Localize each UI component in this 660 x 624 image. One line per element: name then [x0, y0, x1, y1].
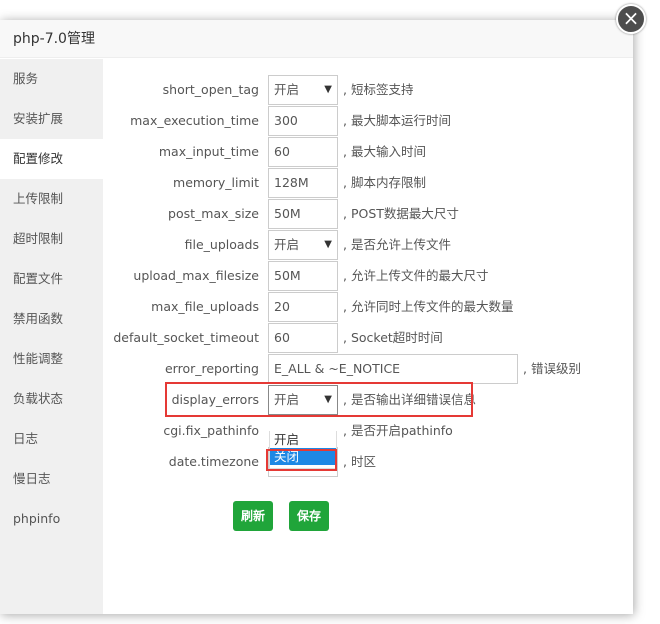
form-row: max_execution_time 300 , 最大脚本运行时间 — [103, 106, 633, 136]
highlight-box-off-option — [266, 449, 337, 471]
sidebar-item-config-edit[interactable]: 配置修改 — [0, 139, 103, 179]
field-description: , 脚本内存限制 — [343, 175, 426, 190]
sidebar-item-load-status[interactable]: 负载状态 — [0, 379, 103, 419]
max-execution-time-input[interactable]: 300 — [268, 106, 338, 136]
highlight-box-display-errors — [165, 382, 473, 417]
save-button[interactable]: 保存 — [289, 501, 330, 531]
form-row: short_open_tag 开启 ▼ , 短标签支持 — [103, 75, 633, 105]
field-description: , 最大输入时间 — [343, 144, 426, 159]
field-description: , 允许同时上传文件的最大数量 — [343, 299, 514, 314]
sidebar-item-slow-log[interactable]: 慢日志 — [0, 459, 103, 499]
form-row: date.timezone PRC , 时区 — [103, 447, 633, 477]
sidebar-item-phpinfo[interactable]: phpinfo — [0, 499, 103, 539]
field-description: , 最大脚本运行时间 — [343, 113, 451, 128]
config-form: short_open_tag 开启 ▼ , 短标签支持 max_executio… — [103, 59, 633, 614]
field-description: , 时区 — [343, 454, 376, 469]
dropdown-arrow-icon: ▼ — [324, 239, 332, 250]
sidebar-item-disabled-functions[interactable]: 禁用函数 — [0, 299, 103, 339]
sidebar-item-performance[interactable]: 性能调整 — [0, 339, 103, 379]
field-label: max_file_uploads — [151, 299, 259, 314]
field-description: , Socket超时时间 — [343, 330, 443, 345]
field-label: short_open_tag — [162, 82, 259, 97]
field-description: , 短标签支持 — [343, 82, 414, 97]
field-description: , 是否开启pathinfo — [343, 423, 453, 438]
field-description: , 错误级别 — [523, 361, 581, 376]
refresh-button[interactable]: 刷新 — [233, 501, 274, 531]
form-row: upload_max_filesize 50M , 允许上传文件的最大尺寸 — [103, 261, 633, 291]
sidebar-item-upload-limit[interactable]: 上传限制 — [0, 179, 103, 219]
select-value: 开启 — [274, 237, 300, 252]
upload-max-filesize-input[interactable]: 50M — [268, 261, 338, 291]
error-reporting-input[interactable]: E_ALL & ~E_NOTICE — [268, 354, 518, 384]
form-row: post_max_size 50M , POST数据最大尺寸 — [103, 199, 633, 229]
field-label: upload_max_filesize — [133, 268, 259, 283]
sidebar-item-timeout-limit[interactable]: 超时限制 — [0, 219, 103, 259]
field-label: cgi.fix_pathinfo — [163, 423, 259, 438]
php-manager-dialog: php-7.0管理 服务 安装扩展 配置修改 上传限制 超时限制 配置文件 禁用… — [0, 20, 633, 614]
dialog-header: php-7.0管理 — [0, 20, 633, 58]
field-label: max_input_time — [158, 144, 259, 159]
sidebar-item-config-file[interactable]: 配置文件 — [0, 259, 103, 299]
field-description: , 是否允许上传文件 — [343, 237, 451, 252]
file-uploads-select[interactable]: 开启 ▼ — [268, 230, 338, 260]
sidebar-item-log[interactable]: 日志 — [0, 419, 103, 459]
field-label: max_execution_time — [130, 113, 259, 128]
default-socket-timeout-input[interactable]: 60 — [268, 323, 338, 353]
field-label: memory_limit — [173, 175, 259, 190]
memory-limit-input[interactable]: 128M — [268, 168, 338, 198]
field-label: default_socket_timeout — [113, 330, 259, 345]
form-row: max_file_uploads 20 , 允许同时上传文件的最大数量 — [103, 292, 633, 322]
short-open-tag-select[interactable]: 开启 ▼ — [268, 75, 338, 105]
post-max-size-input[interactable]: 50M — [268, 199, 338, 229]
form-row: default_socket_timeout 60 , Socket超时时间 — [103, 323, 633, 353]
form-row: error_reporting E_ALL & ~E_NOTICE , 错误级别 — [103, 354, 633, 384]
form-row: memory_limit 128M , 脚本内存限制 — [103, 168, 633, 198]
field-label: post_max_size — [168, 206, 259, 221]
field-description: , 允许上传文件的最大尺寸 — [343, 268, 489, 283]
form-row: cgi.fix_pathinfo , 是否开启pathinfo — [103, 416, 633, 446]
dropdown-option-on[interactable]: 开启 — [270, 431, 336, 448]
sidebar-item-service[interactable]: 服务 — [0, 59, 103, 99]
max-input-time-input[interactable]: 60 — [268, 137, 338, 167]
close-icon[interactable]: × — [616, 4, 646, 34]
dropdown-arrow-icon: ▼ — [324, 84, 332, 95]
field-description: , POST数据最大尺寸 — [343, 206, 459, 221]
max-file-uploads-input[interactable]: 20 — [268, 292, 338, 322]
form-row: max_input_time 60 , 最大输入时间 — [103, 137, 633, 167]
sidebar: 服务 安装扩展 配置修改 上传限制 超时限制 配置文件 禁用函数 性能调整 负载… — [0, 59, 103, 614]
form-row: file_uploads 开启 ▼ , 是否允许上传文件 — [103, 230, 633, 260]
field-label: error_reporting — [164, 361, 259, 376]
sidebar-item-install-extension[interactable]: 安装扩展 — [0, 99, 103, 139]
select-value: 开启 — [274, 82, 300, 97]
dialog-title: php-7.0管理 — [13, 31, 95, 47]
field-label: file_uploads — [184, 237, 259, 252]
field-label: date.timezone — [168, 454, 259, 469]
